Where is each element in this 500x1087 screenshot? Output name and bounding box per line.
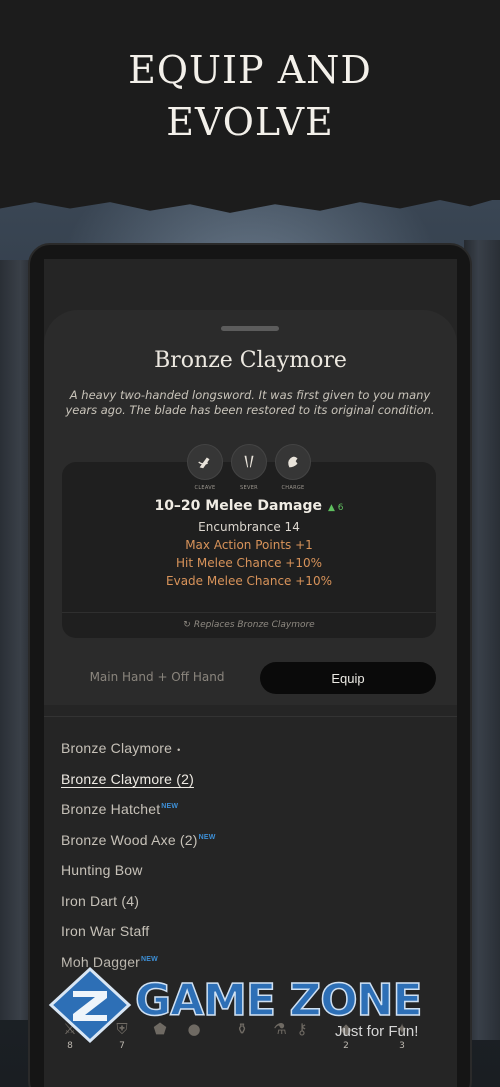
inventory-item[interactable]: Hunting Bow: [61, 862, 441, 893]
item-label: Bronze Hatchet: [61, 801, 161, 817]
watermark-tagline: Just for Fun!: [335, 1023, 419, 1040]
game-zone-logo-icon: [48, 966, 132, 1044]
inventory-item[interactable]: Bronze Claymore •: [61, 740, 441, 771]
inventory-list: Bronze Claymore • Bronze Claymore (2) Bro…: [61, 740, 441, 984]
melee-damage: 10–20 Melee Damage ▲ 6: [62, 498, 436, 514]
melee-damage-value: 10–20 Melee Damage: [154, 498, 323, 514]
inventory-item[interactable]: Bronze HatchetNEW: [61, 801, 441, 832]
bonus-evade-melee: Evade Melee Chance +10%: [166, 574, 332, 588]
sever-icon: [244, 455, 254, 468]
bonus-hit-melee: Hit Melee Chance +10%: [176, 556, 322, 570]
item-label: Bronze Claymore: [61, 740, 173, 756]
skill-label: SEVER: [240, 485, 258, 491]
skill-label: CHARGE: [281, 485, 305, 491]
item-description: A heavy two-handed longsword. It was fir…: [65, 388, 435, 417]
item-label: Hunting Bow: [61, 862, 143, 878]
sheet-drag-handle[interactable]: [221, 326, 279, 331]
promo-headline-line1: EQUIP AND: [128, 48, 372, 92]
promo-headline-line2: EVOLVE: [166, 100, 334, 144]
skill-label: CLEAVE: [194, 485, 216, 491]
skill-list: CLEAVE SEVER CHARGE: [62, 444, 436, 491]
encumbrance: Encumbrance 14: [198, 520, 300, 534]
equip-button[interactable]: Equip: [260, 662, 436, 694]
new-badge: NEW: [161, 803, 179, 811]
item-label: Bronze Claymore (2): [61, 770, 194, 787]
bonus-max-action-points: Max Action Points +1: [185, 538, 313, 552]
equip-slot-label: Main Hand + Off Hand: [89, 670, 225, 684]
inventory-item[interactable]: Bronze Wood Axe (2)NEW: [61, 832, 441, 863]
item-label: Iron Dart (4): [61, 892, 140, 909]
equipped-marker: •: [177, 745, 181, 755]
replaces-note: ↻ Replaces Bronze Claymore: [62, 612, 436, 630]
charge-icon: [288, 456, 298, 468]
game-zone-watermark: GAME ZONE Just for Fun!: [45, 965, 445, 1045]
skill-charge[interactable]: CHARGE: [275, 444, 311, 491]
skill-cleave[interactable]: CLEAVE: [187, 444, 223, 491]
skill-sever[interactable]: SEVER: [231, 444, 267, 491]
swap-icon: ↻: [183, 620, 191, 630]
inventory-item-selected[interactable]: Bronze Claymore (2): [61, 771, 441, 802]
promo-headline: EQUIP AND EVOLVE: [0, 44, 500, 148]
watermark-brand: GAME ZONE: [134, 974, 423, 1027]
inventory-item[interactable]: Iron War Staff: [61, 923, 441, 954]
cleave-icon: [198, 457, 210, 469]
item-label: Bronze Wood Axe (2): [61, 831, 198, 848]
damage-delta: ▲ 6: [328, 503, 344, 513]
divider: [44, 716, 457, 717]
item-label: Iron War Staff: [61, 923, 150, 939]
item-name: Bronze Claymore: [154, 348, 347, 373]
replaces-text: Replaces Bronze Claymore: [193, 620, 315, 630]
inventory-item[interactable]: Iron Dart (4): [61, 893, 441, 924]
new-badge: NEW: [198, 833, 216, 841]
